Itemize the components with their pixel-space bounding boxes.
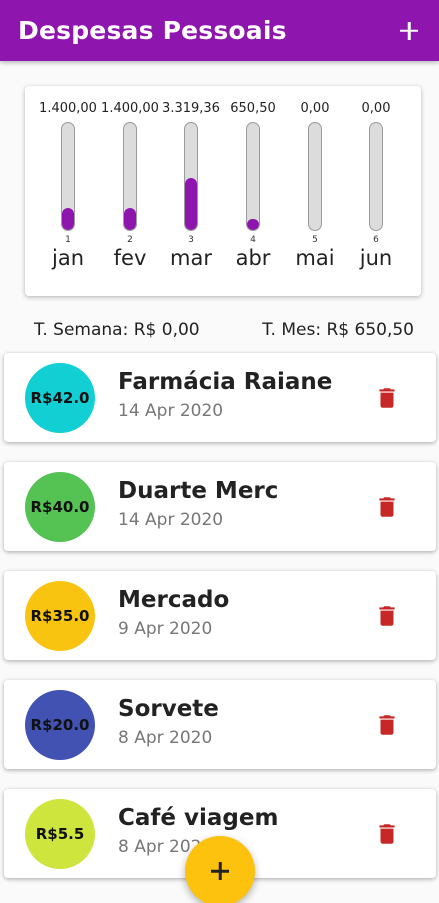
trash-icon [374,715,400,744]
trash-icon [374,497,400,526]
chart-value-label: 3.319,36 [162,101,220,116]
expense-card: R$40.0 Duarte Merc 14 Apr 2020 [4,462,436,551]
chart-month-label: mar [170,246,212,270]
chart-value-label: 0,00 [361,101,391,116]
amount-avatar: R$35.0 [25,581,95,651]
delete-button[interactable] [374,601,400,631]
chart-month-label: abr [235,246,271,270]
expense-card: R$42.0 Farmácia Raiane 14 Apr 2020 [4,353,436,442]
delete-button[interactable] [374,819,400,849]
expense-title: Duarte Merc [118,478,279,504]
app-bar: Despesas Pessoais [0,0,439,61]
chart-bar [62,207,74,230]
totals-row: T. Semana: R$ 0,00 T. Mes: R$ 650,50 [34,320,414,340]
chart-index-label: 1 [65,235,71,245]
page-title: Despesas Pessoais [18,16,287,45]
chart-bar-track [246,122,260,231]
amount-avatar: R$42.0 [25,363,95,433]
chart-index-label: 4 [250,235,256,245]
chart-month-label: jan [51,246,84,270]
chart-bar-track [184,122,198,231]
chart-bar [247,219,259,230]
expense-date: 8 Apr 2020 [118,728,213,748]
week-total: T. Semana: R$ 0,00 [34,320,200,340]
chart-bar-track [123,122,137,231]
chart-column: 3.319,36 3 mar [160,86,222,296]
month-total: T. Mes: R$ 650,50 [262,320,414,340]
expense-title: Sorvete [118,696,219,722]
trash-icon [374,606,400,635]
chart-bar-track [308,122,322,231]
monthly-chart: 1.400,00 1 jan 1.400,00 2 fev 3.319,36 3 mar 650,… [25,86,421,296]
chart-month-label: mai [295,246,335,270]
chart-value-label: 1.400,00 [101,101,159,116]
chart-column: 0,00 6 jun [345,86,407,296]
chart-bar [124,207,136,230]
chart-column: 1.400,00 1 jan [37,86,99,296]
amount-avatar: R$5.5 [25,799,95,869]
chart-column: 1.400,00 2 fev [99,86,161,296]
chart-month-label: fev [113,246,147,270]
expense-date: 14 Apr 2020 [118,510,224,530]
chart-bar [185,177,197,230]
amount-avatar: R$20.0 [25,690,95,760]
chart-column: 650,50 4 abr [222,86,284,296]
app-root: Despesas Pessoais 1.400,00 1 jan 1.400,00 2 f… [0,0,439,903]
chart-bar-track [61,122,75,231]
delete-button[interactable] [374,492,400,522]
chart-column: 0,00 5 mai [284,86,346,296]
expense-card: R$35.0 Mercado 9 Apr 2020 [4,571,436,660]
expense-date: 9 Apr 2020 [118,619,213,639]
chart-month-label: jun [359,246,393,270]
chart-index-label: 2 [127,235,133,245]
delete-button[interactable] [374,710,400,740]
chart-value-label: 650,50 [230,101,276,116]
expense-date: 14 Apr 2020 [118,401,224,421]
amount-avatar: R$40.0 [25,472,95,542]
chart-index-label: 3 [188,235,194,245]
chart-value-label: 1.400,00 [39,101,97,116]
expense-card: R$20.0 Sorvete 8 Apr 2020 [4,680,436,769]
expense-title: Café viagem [118,805,279,831]
add-fab-button[interactable] [185,836,255,903]
trash-icon [374,388,400,417]
chart-value-label: 0,00 [300,101,330,116]
trash-icon [374,824,400,853]
delete-button[interactable] [374,383,400,413]
expense-title: Mercado [118,587,230,613]
chart-index-label: 5 [312,235,318,245]
chart-index-label: 6 [373,235,379,245]
chart-bar-track [369,122,383,231]
expense-title: Farmácia Raiane [118,369,333,395]
add-expense-button[interactable] [395,17,423,45]
